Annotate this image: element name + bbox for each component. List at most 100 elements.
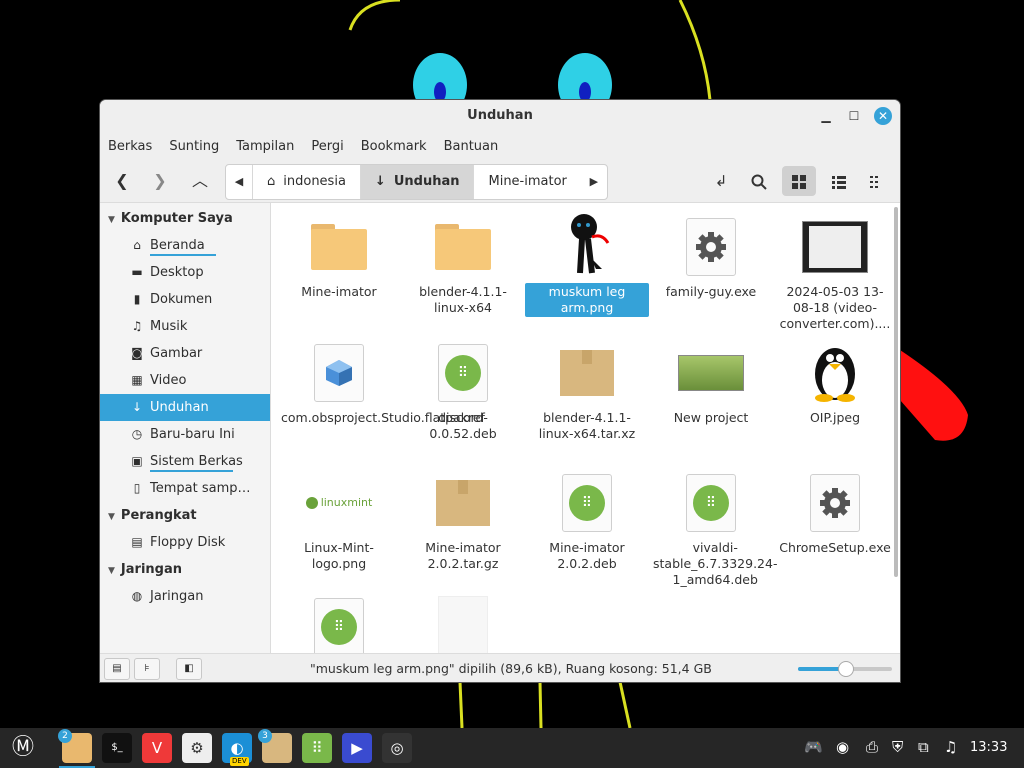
sidebar-item-floppy-disk[interactable]: ▤ Floppy Disk: [100, 529, 270, 556]
window-title: Unduhan: [467, 108, 533, 123]
file-item[interactable]: ChromeSetup.exe: [773, 471, 897, 557]
file-item[interactable]: linuxmint Linux-Mint-logo.png: [277, 471, 401, 573]
file-item[interactable]: ⠿ Mine-imator 2.0.2.deb: [525, 471, 649, 573]
menu-pergi[interactable]: Pergi: [311, 139, 343, 154]
vivaldi-icon[interactable]: V: [142, 733, 172, 763]
folder-icon: [435, 224, 491, 270]
file-thumbnail: [525, 214, 649, 279]
clock[interactable]: 13:33: [970, 740, 1007, 755]
sidebar-item-jaringan[interactable]: ◍ Jaringan: [100, 583, 270, 610]
executable-gear-icon: [810, 474, 860, 532]
edge-dev-icon[interactable]: ◐ DEV: [222, 733, 252, 766]
path-crumb-label: Mine-imator: [488, 174, 567, 189]
download-icon: ↓: [374, 174, 386, 189]
path-right-arrow[interactable]: ▶: [581, 165, 607, 199]
sidebar-item-label: Sistem Berkas: [150, 454, 243, 469]
obs-icon[interactable]: ◎: [382, 733, 412, 763]
mint-menu-icon[interactable]: Ⓜ: [8, 733, 38, 763]
terminal-icon[interactable]: $_: [102, 733, 132, 763]
sidebar-item-dokumen[interactable]: ▮ Dokumen: [100, 286, 270, 313]
file-item[interactable]: family-guy.exe: [649, 215, 773, 301]
close-button[interactable]: ✕: [874, 107, 892, 125]
network-tray-icon[interactable]: ⧉: [918, 738, 929, 756]
file-item[interactable]: Mine-imator 2.0.2.tar.gz: [401, 471, 525, 573]
settings-icon[interactable]: ⚙: [182, 733, 212, 763]
disk-usage-bar: [150, 254, 216, 256]
file-item[interactable]: Mine-imator: [277, 215, 401, 301]
sidebar-item-sistem-berkas[interactable]: ▣ Sistem Berkas: [100, 448, 270, 475]
back-button[interactable]: ❮: [110, 169, 134, 193]
menu-sunting[interactable]: Sunting: [169, 139, 219, 154]
file-item[interactable]: ⠿: [277, 595, 401, 653]
forward-button[interactable]: ❯: [148, 169, 172, 193]
drive-icon: ▣: [131, 454, 143, 468]
sidebar-item-label: Video: [150, 373, 187, 388]
titlebar[interactable]: Unduhan ▁ ☐ ✕: [100, 100, 900, 132]
update-tray-icon[interactable]: ⎙: [866, 738, 878, 756]
file-item[interactable]: muskum leg arm.png: [525, 214, 649, 317]
show-tree-button[interactable]: ⊧: [134, 658, 160, 680]
hide-sidebar-button[interactable]: ◧: [176, 658, 202, 680]
path-crumb-mine-imator[interactable]: Mine-imator: [473, 165, 580, 199]
archive-icon[interactable]: 3: [258, 729, 292, 763]
obs-tray-icon[interactable]: ◉: [836, 738, 849, 756]
file-item[interactable]: 2024-05-03 13-08-18 (video-converter.com…: [773, 215, 897, 333]
file-name: discord-0.0.52.deb: [429, 410, 497, 441]
show-places-button[interactable]: ▤: [104, 658, 130, 680]
file-item[interactable]: com.obsproject.Studio.flatpakref: [277, 341, 485, 427]
shield-tray-icon[interactable]: ⛨: [892, 738, 903, 756]
menu-bookmark[interactable]: Bookmark: [361, 139, 427, 154]
sidebar-item-beranda[interactable]: ⌂ Beranda: [100, 232, 270, 259]
sidebar-section-perangkat[interactable]: ▼ Perangkat: [100, 502, 270, 529]
vertical-scrollbar[interactable]: [894, 207, 898, 577]
package-glyph-icon: ⠿: [445, 355, 481, 391]
compact-view-button[interactable]: [860, 166, 894, 196]
sidebar-item-baru-baru-ini[interactable]: ◷ Baru-baru Ini: [100, 421, 270, 448]
sidebar-item-musik[interactable]: ♫ Musik: [100, 313, 270, 340]
sidebar-item-label: Floppy Disk: [150, 535, 226, 550]
sound-tray-icon[interactable]: ♫: [944, 738, 957, 756]
status-text: "muskum leg arm.png" dipilih (89,6 kB), …: [310, 661, 712, 676]
sidebar-item-unduhan[interactable]: ↓ Unduhan: [100, 394, 270, 421]
file-name: OIP.jpeg: [809, 410, 861, 425]
media-player-icon[interactable]: ▶: [342, 733, 372, 763]
sidebar-item-video[interactable]: ▦ Video: [100, 367, 270, 394]
file-item[interactable]: [401, 595, 525, 653]
menu-berkas[interactable]: Berkas: [108, 139, 152, 154]
path-left-arrow[interactable]: ◀: [226, 165, 252, 199]
discord-tray-icon[interactable]: 🎮: [804, 738, 823, 756]
package-glyph-icon: ⠿: [321, 609, 357, 645]
sidebar-item-desktop[interactable]: ▬ Desktop: [100, 259, 270, 286]
zoom-slider-handle[interactable]: [838, 661, 854, 677]
file-item[interactable]: blender-4.1.1-linux-x64: [401, 215, 525, 317]
path-crumb-label: indonesia: [283, 174, 346, 189]
files-icon[interactable]: 2: [58, 729, 95, 768]
up-button[interactable]: ︿: [188, 169, 212, 193]
executable-gear-icon: [686, 218, 736, 276]
file-item[interactable]: OIP.jpeg: [773, 341, 897, 427]
file-item[interactable]: blender-4.1.1-linux-x64.tar.xz: [525, 341, 649, 443]
list-view-button[interactable]: [822, 166, 856, 196]
menu-bantuan[interactable]: Bantuan: [444, 139, 499, 154]
file-item[interactable]: ⠿ vivaldi-stable_6.7.3329.24-1_amd64.deb: [649, 471, 777, 589]
search-icon: [751, 174, 767, 190]
sidebar-item-gambar[interactable]: ◙ Gambar: [100, 340, 270, 367]
zoom-slider[interactable]: [798, 661, 892, 677]
file-item[interactable]: New project: [649, 341, 773, 427]
file-manager-window: Unduhan ▁ ☐ ✕ Berkas Sunting Tampilan Pergi…: [100, 100, 900, 682]
icon-view-button[interactable]: [782, 166, 816, 196]
software-manager-icon[interactable]: ⠿: [302, 733, 332, 763]
path-crumb-indonesia[interactable]: ⌂ indonesia: [252, 165, 360, 199]
maximize-button[interactable]: ☐: [846, 108, 862, 124]
sidebar: ▼ Komputer Saya ⌂ Beranda ▬ Desktop ▮ Dokumen ♫ M…: [100, 203, 271, 655]
minimize-button[interactable]: ▁: [818, 108, 834, 124]
sidebar-section-komputer-saya[interactable]: ▼ Komputer Saya: [100, 205, 270, 232]
toggle-location-button[interactable]: ↲: [704, 166, 738, 196]
sidebar-item-tempat-samp-[interactable]: ▯ Tempat samp…: [100, 475, 270, 502]
menu-tampilan[interactable]: Tampilan: [236, 139, 294, 154]
search-button[interactable]: [742, 166, 776, 196]
file-thumbnail: [773, 215, 897, 279]
sidebar-section-jaringan[interactable]: ▼ Jaringan: [100, 556, 270, 583]
path-crumb-unduhan[interactable]: ↓ Unduhan: [359, 165, 474, 199]
file-item[interactable]: ⠿ discord-0.0.52.deb: [401, 341, 525, 443]
